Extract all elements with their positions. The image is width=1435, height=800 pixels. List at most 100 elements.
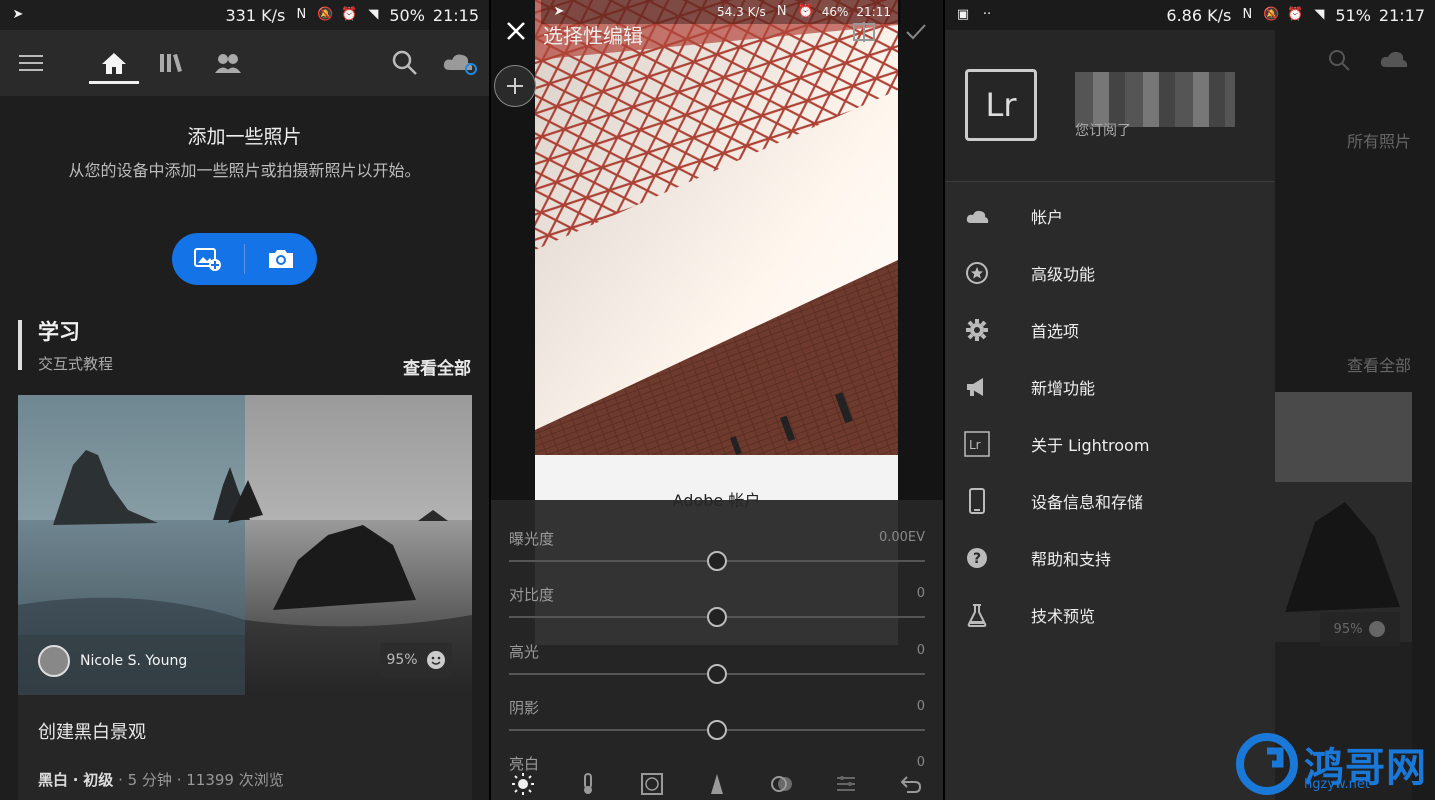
menu-item-label: 技术预览 bbox=[1031, 606, 1096, 626]
battery-level: 51% bbox=[1335, 5, 1371, 25]
wifi-icon: ◥ bbox=[368, 7, 379, 22]
slider-value: 0 bbox=[916, 699, 925, 714]
camera-button[interactable] bbox=[245, 233, 317, 285]
add-photos-subtitle: 从您的设备中添加一些照片或拍摄新照片以开始。 bbox=[68, 161, 421, 180]
slider-value: 0 bbox=[916, 643, 925, 658]
menu-item-label: 新增功能 bbox=[1031, 378, 1096, 398]
tag-bw: 黑白 bbox=[38, 771, 69, 789]
alarm-icon: ⏰ bbox=[1287, 7, 1304, 22]
menu-item-preferences[interactable]: 首选项 bbox=[945, 301, 1275, 358]
close-icon[interactable] bbox=[505, 20, 527, 46]
lightroom-logo: Lr bbox=[965, 69, 1037, 141]
menu-item-account[interactable]: 帐户 bbox=[945, 187, 1275, 244]
learn-title: 学习 bbox=[38, 320, 80, 344]
drawer-screen: ▣ ·· 6.86 K/s N 🔕 ⏰ ◥ 51% 21:17 所有照片 查看全… bbox=[945, 0, 1435, 800]
alarm-icon: ⏰ bbox=[341, 7, 358, 22]
menu-item-tech-preview[interactable]: 技术预览 bbox=[945, 586, 1275, 643]
slider-label: 曝光度 bbox=[509, 530, 555, 548]
light-icon[interactable] bbox=[511, 772, 535, 796]
star-icon bbox=[963, 259, 991, 287]
gear-icon bbox=[963, 316, 991, 344]
adjustment-panel: 曝光度 0.00EV 对比度 0 高光 0 阴影 0 亮白 0 bbox=[491, 500, 943, 800]
slider-value: 0.00EV bbox=[878, 530, 925, 545]
wifi-icon: ◥ bbox=[1314, 7, 1325, 22]
check-icon[interactable] bbox=[905, 22, 927, 46]
smiley-icon bbox=[426, 651, 445, 669]
search-icon bbox=[1327, 48, 1351, 76]
home-tab[interactable] bbox=[89, 30, 139, 96]
smiley-icon bbox=[1369, 621, 1386, 637]
tutorial-card[interactable]: Nicole S. Young 95% 创建黑白景观 黑白 · 初级 · 5 分… bbox=[18, 395, 472, 800]
people-tab[interactable] bbox=[204, 30, 252, 96]
slider-row[interactable]: 曝光度 0.00EV bbox=[509, 510, 925, 571]
camera-icon bbox=[269, 250, 293, 268]
battery-level: 50% bbox=[389, 5, 425, 25]
slider-label: 阴影 bbox=[509, 699, 540, 717]
clock: 21:15 bbox=[432, 5, 479, 25]
nfc-icon: N bbox=[1242, 7, 1253, 22]
selective-edit-screen: ➤ 54.3 K/s N ⏰ 46% 21:11 选择性编辑 Adobe 帐户 … bbox=[491, 0, 943, 800]
menu-item-label: 设备信息和存储 bbox=[1031, 492, 1144, 512]
menu-item-device-info[interactable]: 设备信息和存储 bbox=[945, 472, 1275, 529]
add-photo-button[interactable] bbox=[172, 233, 244, 285]
watermark-logo-icon bbox=[1236, 733, 1298, 795]
all-photos-label: 所有照片 bbox=[1346, 132, 1411, 151]
mute-icon: 🔕 bbox=[317, 7, 334, 22]
menu-item-premium[interactable]: 高级功能 bbox=[945, 244, 1275, 301]
tutorial-title: 创建黑白景观 bbox=[38, 722, 146, 743]
menu-item-label: 高级功能 bbox=[1031, 264, 1096, 284]
status-bar: ➤ 331 K/s N 🔕 ⏰ ◥ 50% 21:15 bbox=[0, 0, 489, 30]
menu-item-about[interactable]: Lr 关于 Lightroom bbox=[945, 415, 1275, 472]
menu-item-whats-new[interactable]: 新增功能 bbox=[945, 358, 1275, 415]
account-name-redacted bbox=[1075, 72, 1235, 127]
menu-icon[interactable] bbox=[8, 30, 56, 96]
author: Nicole S. Young bbox=[38, 645, 187, 677]
slider-label: 对比度 bbox=[509, 586, 555, 604]
undo-icon[interactable] bbox=[899, 772, 923, 796]
cloud-icon bbox=[963, 202, 991, 230]
slider-row[interactable]: 高光 0 bbox=[509, 623, 925, 684]
edit-title: 选择性编辑 bbox=[543, 24, 643, 48]
slider-row[interactable]: 阴影 0 bbox=[509, 679, 925, 740]
thermometer-icon[interactable] bbox=[576, 772, 600, 796]
optics-icon[interactable] bbox=[770, 772, 794, 796]
add-photo-pill bbox=[172, 233, 317, 285]
megaphone-icon bbox=[963, 373, 991, 401]
flask-icon bbox=[963, 601, 991, 629]
edit-toolbar bbox=[491, 768, 943, 800]
status-bar: ▣ ·· 6.86 K/s N 🔕 ⏰ ◥ 51% 21:17 bbox=[945, 0, 1435, 30]
image-add-icon bbox=[194, 248, 221, 271]
help-icon: ? bbox=[963, 544, 991, 572]
rating-percent: 95% bbox=[386, 652, 418, 668]
learn-subtitle: 交互式教程 bbox=[38, 355, 114, 373]
network-speed: 6.86 K/s bbox=[1166, 5, 1232, 25]
lr-icon: Lr bbox=[963, 430, 991, 458]
more-icon: ·· bbox=[982, 7, 992, 22]
slider-row[interactable]: 对比度 0 bbox=[509, 566, 925, 627]
send-icon: ➤ bbox=[12, 7, 24, 22]
tag-level: 初级 bbox=[83, 771, 114, 789]
menu-item-help[interactable]: ? 帮助和支持 bbox=[945, 529, 1275, 586]
learn-accent-bar bbox=[18, 320, 22, 370]
rating-badge: 95% bbox=[380, 643, 452, 677]
nfc-icon: N bbox=[296, 7, 307, 22]
compare-icon[interactable] bbox=[853, 22, 875, 46]
meta-separator: · bbox=[72, 771, 79, 789]
sliders-icon[interactable] bbox=[834, 772, 858, 796]
drawer-header: Lr 您订阅了 bbox=[945, 30, 1275, 182]
image-icon: ▣ bbox=[956, 7, 970, 22]
cloud-sync-icon[interactable] bbox=[436, 30, 484, 96]
subscription-status: 您订阅了 bbox=[1075, 123, 1131, 139]
sharpen-icon[interactable] bbox=[705, 772, 729, 796]
watermark-url: hgzyw.net bbox=[1304, 777, 1370, 792]
clock: 21:17 bbox=[1378, 5, 1425, 25]
menu-item-label: 首选项 bbox=[1031, 321, 1080, 341]
view-all-link[interactable]: 查看全部 bbox=[403, 354, 471, 379]
slider-value: 0 bbox=[916, 586, 925, 601]
add-mask-button[interactable] bbox=[494, 65, 536, 107]
search-icon[interactable] bbox=[381, 30, 429, 96]
vignette-icon[interactable] bbox=[640, 772, 664, 796]
slider-label: 高光 bbox=[509, 643, 540, 661]
tutorial-meta: 黑白 · 初级 · 5 分钟 · 11399 次浏览 bbox=[38, 769, 284, 790]
library-tab[interactable] bbox=[147, 30, 195, 96]
